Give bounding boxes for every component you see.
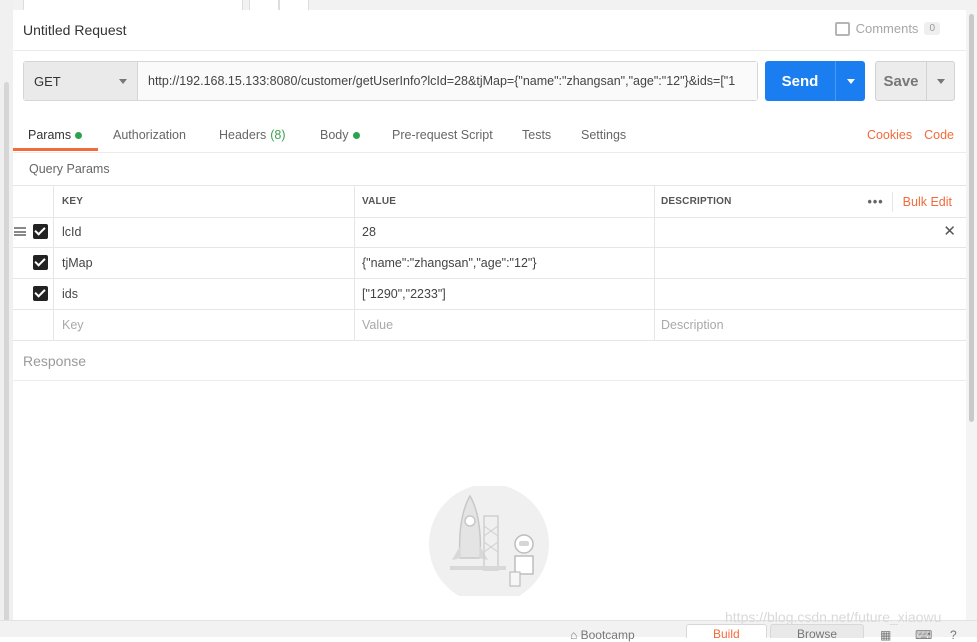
bootcamp-label: Bootcamp <box>580 628 635 642</box>
more-options-icon[interactable]: ••• <box>868 191 893 212</box>
param-description[interactable] <box>654 278 966 309</box>
send-button-group: Send <box>765 61 865 101</box>
tab-body[interactable]: Body <box>320 128 360 142</box>
tab-label: Settings <box>581 128 627 142</box>
comments-count-badge: 0 <box>924 22 940 35</box>
comments-label: Comments <box>855 21 919 36</box>
status-dot-icon <box>75 131 83 139</box>
row-checkbox[interactable] <box>27 216 53 247</box>
param-key[interactable]: ids <box>53 278 354 309</box>
tab-label: Params <box>28 128 72 142</box>
send-dropdown-button[interactable] <box>836 61 865 101</box>
method-select[interactable]: GET <box>24 62 138 100</box>
divider <box>13 50 966 51</box>
params-header-row: KEY VALUE DESCRIPTION ••• Bulk Edit <box>13 185 966 218</box>
request-tabs: Params Authorization Headers (8) Body Pr… <box>13 122 966 153</box>
method-label: GET <box>34 73 61 89</box>
tab-pre-request-script[interactable]: Pre-request Script <box>392 128 493 142</box>
drag-handle-icon <box>14 227 26 236</box>
status-dot-icon <box>352 131 360 139</box>
param-value[interactable]: ["1290","2233"] <box>354 278 654 309</box>
url-bar: GET <box>23 61 758 101</box>
tab-params[interactable]: Params <box>28 128 83 142</box>
code-link[interactable]: Code <box>924 128 954 142</box>
new-value-input[interactable]: Value <box>354 309 654 340</box>
watermark-text: https://blog.csdn.net/future_xiaowu <box>725 609 942 625</box>
new-description-input[interactable]: Description <box>654 309 966 340</box>
save-dropdown-button[interactable] <box>927 62 954 100</box>
tab-label: Body <box>320 128 349 142</box>
bootcamp-link[interactable]: ⌂ Bootcamp <box>570 628 635 642</box>
checkbox-checked-icon <box>32 224 48 239</box>
request-tab[interactable] <box>249 0 279 10</box>
save-button-group: Save <box>875 61 955 101</box>
url-input[interactable] <box>138 62 757 100</box>
layout-icon[interactable]: ▦ <box>880 628 891 642</box>
query-params-label: Query Params <box>29 162 110 176</box>
cookies-link[interactable]: Cookies <box>867 128 912 142</box>
left-scrollbar[interactable] <box>4 82 9 622</box>
right-scrollbar[interactable] <box>966 10 977 620</box>
new-param-row: Key Value Description <box>13 309 966 341</box>
tab-settings[interactable]: Settings <box>581 128 626 142</box>
divider <box>13 380 966 381</box>
help-icon[interactable]: ? <box>950 628 957 642</box>
chevron-down-icon <box>846 78 855 84</box>
request-panel: Untitled Request Comments 0 GET Send Sav… <box>13 10 966 620</box>
send-button[interactable]: Send <box>765 61 836 101</box>
row-checkbox[interactable] <box>27 278 53 309</box>
rocket-astronaut-illustration <box>429 486 549 596</box>
tab-label: Authorization <box>113 128 186 142</box>
param-description[interactable] <box>654 216 966 247</box>
response-label: Response <box>23 353 87 369</box>
table-row: ids ["1290","2233"] <box>13 278 966 310</box>
param-value[interactable]: 28 <box>354 216 654 247</box>
key-column-header: KEY <box>53 186 354 217</box>
table-header-actions: ••• Bulk Edit <box>868 186 952 217</box>
scrollbar-thumb[interactable] <box>969 14 974 422</box>
bulk-edit-link[interactable]: Bulk Edit <box>903 195 952 209</box>
table-row: tjMap {"name":"zhangsan","age":"12"} <box>13 247 966 279</box>
param-description[interactable] <box>654 247 966 278</box>
new-key-input[interactable]: Key <box>53 309 354 340</box>
request-tab[interactable] <box>23 0 243 10</box>
drag-handle[interactable] <box>13 216 27 247</box>
tab-label: Tests <box>522 128 552 142</box>
request-links: Cookies Code <box>867 128 954 142</box>
checkbox-checked-icon <box>32 286 48 301</box>
tab-authorization[interactable]: Authorization <box>113 128 186 142</box>
tab-label: Pre-request Script <box>392 128 493 142</box>
comment-icon <box>834 21 850 36</box>
tab-headers[interactable]: Headers (8) <box>219 128 286 142</box>
tab-label: Headers <box>219 128 267 142</box>
chevron-down-icon <box>119 78 127 84</box>
table-row: lcId 28 ✕ <box>13 216 966 248</box>
param-key[interactable]: tjMap <box>53 247 354 278</box>
active-tab-indicator <box>13 148 98 151</box>
row-checkbox[interactable] <box>27 247 53 278</box>
headers-count: (8) <box>270 128 286 142</box>
param-value[interactable]: {"name":"zhangsan","age":"12"} <box>354 247 654 278</box>
param-key[interactable]: lcId <box>53 216 354 247</box>
value-column-header: VALUE <box>354 186 654 217</box>
close-icon[interactable]: ✕ <box>943 222 956 240</box>
request-tab[interactable] <box>279 0 309 10</box>
comments-button[interactable]: Comments 0 <box>834 21 940 36</box>
request-title[interactable]: Untitled Request <box>23 22 127 38</box>
keyboard-icon[interactable]: ⌨ <box>915 628 932 642</box>
left-panel-edge <box>0 0 14 636</box>
tab-tests[interactable]: Tests <box>522 128 551 142</box>
checkbox-checked-icon <box>32 255 48 270</box>
chevron-down-icon <box>936 78 945 84</box>
save-button[interactable]: Save <box>876 62 927 100</box>
